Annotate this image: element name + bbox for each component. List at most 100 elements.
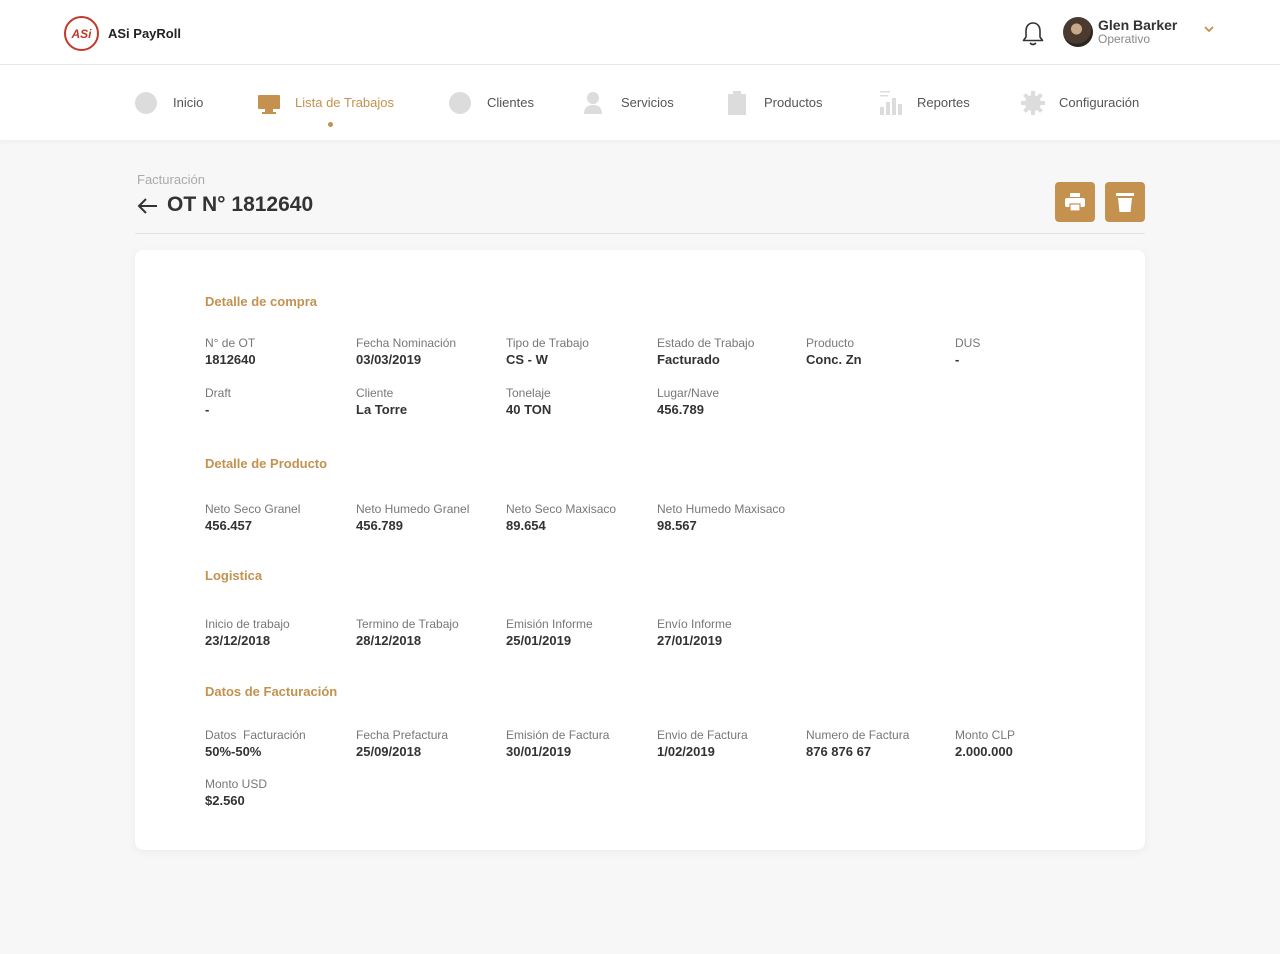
clients-icon [449,91,471,114]
app-name: ASi PayRoll [108,26,181,41]
nav-label: Servicios [621,95,674,110]
field-label: Estado de Trabajo [657,336,755,350]
field-value: 2.000.000 [955,744,1013,759]
nav-label: Productos [764,95,823,110]
field-value: 456.789 [657,402,704,417]
field-estado-trabajo: Estado de Trabajo Facturado [657,336,807,368]
nav-label: Lista de Trabajos [295,95,395,110]
field-emision-factura: Emisión de Factura 30/01/2019 [506,728,656,760]
trash-icon [1116,193,1134,212]
field-label: Draft [205,386,232,400]
user-role: Operativo [1098,32,1151,47]
back-arrow-icon[interactable] [137,197,159,215]
field-label: Cliente [356,386,394,400]
print-button[interactable] [1055,182,1095,222]
notification-bell-icon[interactable] [1021,21,1045,47]
field-numero-factura: Numero de Factura 876 876 67 [806,728,956,760]
nav-item-inicio[interactable]: Inicio [135,65,203,140]
field-cliente: Cliente La Torre [356,386,506,418]
page-title: OT N° 1812640 [167,193,314,216]
field-draft: Draft - [205,386,355,418]
field-value: 50%-50% [205,744,262,759]
field-inicio-trabajo: Inicio de trabajo 23/12/2018 [205,617,355,649]
field-label: Datos Facturación [205,728,306,742]
breadcrumb[interactable]: Facturación [137,172,205,187]
field-label: Monto USD [205,777,268,791]
field-label: Envio de Factura [657,728,748,742]
field-value: $2.560 [205,793,245,808]
field-label: Envío Informe [657,617,732,631]
nav-item-productos[interactable]: Productos [726,65,823,140]
header-divider [135,233,1145,234]
nav-item-clientes[interactable]: Clientes [449,65,534,140]
nav-label: Clientes [487,95,534,110]
user-menu[interactable]: Glen Barker Operativo [1063,17,1177,47]
field-neto-seco-maxisaco: Neto Seco Maxisaco 89.654 [506,502,656,534]
detail-card: Detalle de compra N° de OT 1812640 Fecha… [135,250,1145,850]
field-value: 89.654 [506,518,546,533]
home-icon [135,91,157,114]
nav-item-configuracion[interactable]: Configuración [1021,65,1139,140]
field-tipo-trabajo: Tipo de Trabajo CS - W [506,336,656,368]
field-tonelaje: Tonelaje 40 TON [506,386,656,418]
user-name: Glen Barker [1098,16,1178,33]
field-value: 876 876 67 [806,744,872,759]
section-title-logistica: Logistica [205,568,263,583]
section-title-detalle-compra: Detalle de compra [205,294,317,309]
field-value: 1/02/2019 [657,744,715,759]
field-label: Neto Seco Granel [205,502,301,516]
gear-icon [1021,90,1045,115]
field-label: Inicio de trabajo [205,617,290,631]
field-label: Neto Humedo Granel [356,502,470,516]
field-value: CS - W [506,352,548,367]
field-dus: DUS - [955,336,1105,368]
field-label: Monto CLP [955,728,1016,742]
field-label: Lugar/Nave [657,386,720,400]
nav-item-servicios[interactable]: Servicios [583,65,674,140]
top-bar: ASi ASi PayRoll Glen Barker Operativo [0,0,1280,65]
field-value: 03/03/2019 [356,352,422,367]
nav-label: Reportes [917,95,970,110]
nav-label: Configuración [1059,95,1140,110]
field-value: 25/09/2018 [356,744,422,759]
field-label: Neto Seco Maxisaco [506,502,617,516]
field-emision-informe: Emisión Informe 25/01/2019 [506,617,656,649]
field-value: 1812640 [205,352,256,367]
brand[interactable]: ASi ASi PayRoll [64,16,181,51]
field-numero-ot: N° de OT 1812640 [205,336,355,368]
field-label: Emisión Informe [506,617,593,631]
nav-item-lista-de-trabajos[interactable]: Lista de Trabajos [257,65,394,140]
brand-logo: ASi [64,16,99,51]
active-indicator [328,122,333,127]
field-label: Numero de Factura [806,728,910,742]
field-label: DUS [955,336,981,350]
field-fecha-nominacion: Fecha Nominación 03/03/2019 [356,336,506,368]
field-value: La Torre [356,402,408,417]
field-label: Producto [806,336,855,350]
field-value: Conc. Zn [806,352,862,367]
chevron-down-icon[interactable] [1203,24,1215,34]
nav-item-reportes[interactable]: Reportes [879,65,970,140]
field-label: Emisión de Factura [506,728,610,742]
field-label: N° de OT [205,336,256,350]
field-datos-facturacion: Datos Facturación 50%-50% [205,728,355,760]
field-envio-informe: Envío Informe 27/01/2019 [657,617,807,649]
user-icon [584,91,602,114]
field-label: Neto Humedo Maxisaco [657,502,786,516]
chart-icon [880,90,902,115]
field-lugar-nave: Lugar/Nave 456.789 [657,386,807,418]
monitor-icon [258,94,280,114]
field-value: - [955,352,960,367]
field-producto: Producto Conc. Zn [806,336,956,368]
field-value: 27/01/2019 [657,633,723,648]
field-value: 30/01/2019 [506,744,572,759]
delete-button[interactable] [1105,182,1145,222]
field-neto-humedo-maxisaco: Neto Humedo Maxisaco 98.567 [657,502,827,534]
field-value: 98.567 [657,518,697,533]
field-value: 40 TON [506,402,552,417]
field-label: Fecha Prefactura [356,728,449,742]
section-title-detalle-producto: Detalle de Producto [205,456,328,471]
clipboard-icon [728,90,746,115]
field-value: 25/01/2019 [506,633,572,648]
field-neto-humedo-granel: Neto Humedo Granel 456.789 [356,502,506,534]
